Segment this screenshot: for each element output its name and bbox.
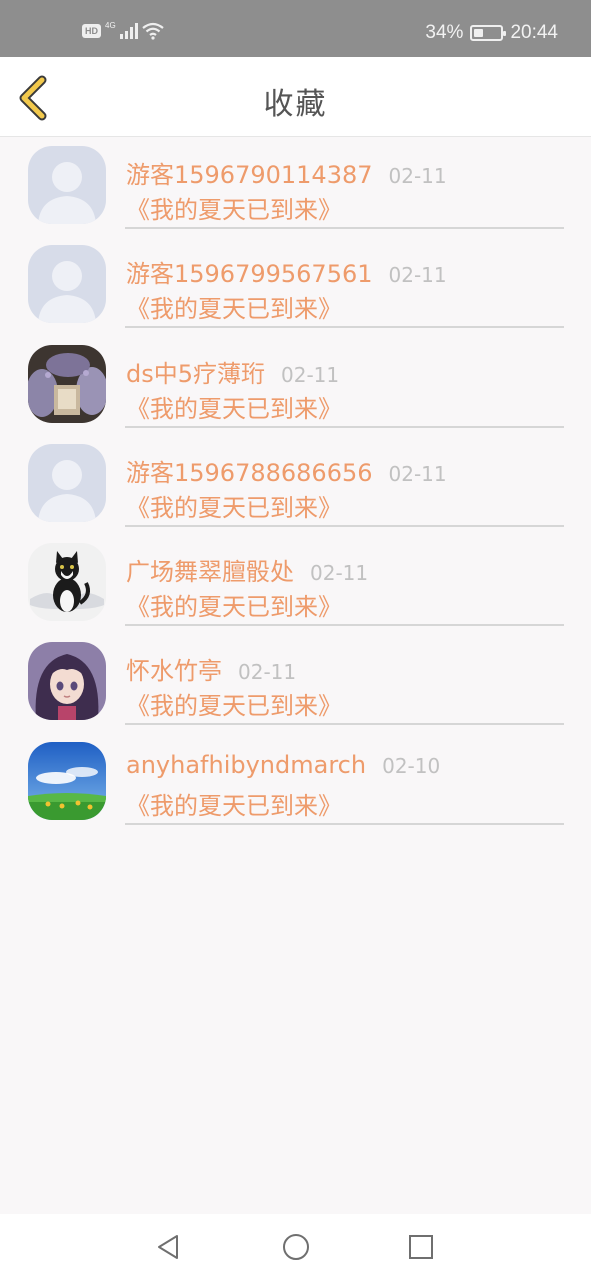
list-item[interactable]: 广场舞翠膻骰处 02-11 《我的夏天已到来》 <box>0 535 591 634</box>
battery-icon <box>470 25 507 41</box>
item-title: 《我的夏天已到来》 <box>126 791 342 820</box>
system-nav-bar <box>0 1214 591 1280</box>
battery-fill <box>474 29 483 37</box>
item-date: 02-11 <box>388 164 447 188</box>
item-header: 广场舞翠膻骰处 02-11 <box>126 552 368 587</box>
hd-badge: HD <box>82 24 101 38</box>
signal-icon <box>119 23 138 39</box>
favorites-list: 游客1596790114387 02-11 《我的夏天已到来》 游客159679956… <box>0 138 591 833</box>
nav-home-button[interactable] <box>280 1231 312 1263</box>
default-avatar <box>28 443 106 522</box>
item-header: ds中5疗薄珩 02-11 <box>126 354 339 389</box>
item-title: 《我的夏天已到来》 <box>126 196 342 224</box>
avatar[interactable] <box>28 741 106 820</box>
nav-back-button[interactable] <box>153 1231 185 1263</box>
header-bar: 收藏 <box>0 57 591 137</box>
wifi-icon <box>141 22 164 40</box>
lavender-photo <box>28 344 106 423</box>
sky-field-photo <box>28 741 106 820</box>
item-title: 《我的夏天已到来》 <box>126 295 342 324</box>
anime-girl-photo <box>28 642 106 721</box>
user-name: ds中5疗薄珩 <box>126 359 266 388</box>
list-item[interactable]: anyhafhibyndmarch 02-10 《我的夏天已到来》 <box>0 734 591 833</box>
list-item[interactable]: 游客1596799567561 02-11 《我的夏天已到来》 <box>0 237 591 336</box>
item-header: 游客1596790114387 02-11 <box>126 155 447 190</box>
item-title: 《我的夏天已到来》 <box>126 394 342 423</box>
user-name: 游客1596788686656 <box>126 458 373 487</box>
divider <box>125 723 564 726</box>
item-header: 游客1596788686656 02-11 <box>126 453 447 488</box>
avatar[interactable] <box>28 344 106 423</box>
item-date: 02-11 <box>310 561 369 586</box>
avatar[interactable] <box>28 245 106 324</box>
user-name: 广场舞翠膻骰处 <box>126 558 294 587</box>
item-title: 《我的夏天已到来》 <box>126 493 342 522</box>
network-label: 4G <box>105 20 116 30</box>
avatar[interactable] <box>28 443 106 522</box>
avatar[interactable] <box>28 543 106 622</box>
triangle-back-icon <box>158 1235 178 1259</box>
divider <box>125 425 564 428</box>
square-recents-icon <box>409 1235 433 1259</box>
item-header: 游客1596799567561 02-11 <box>126 254 447 289</box>
avatar[interactable] <box>28 642 106 721</box>
item-header: anyhafhibyndmarch 02-10 <box>126 751 440 779</box>
item-date: 02-11 <box>281 362 340 387</box>
status-left: HD 4G <box>82 20 164 40</box>
divider <box>125 524 564 527</box>
item-date: 02-11 <box>238 660 297 685</box>
list-item[interactable]: 游客1596790114387 02-11 《我的夏天已到来》 <box>0 138 591 237</box>
user-name: anyhafhibyndmarch <box>126 750 367 779</box>
list-item[interactable]: 怀水竹亭 02-11 《我的夏天已到来》 <box>0 634 591 733</box>
user-name: 游客1596799567561 <box>126 260 373 289</box>
item-title: 《我的夏天已到来》 <box>126 692 342 721</box>
user-name: 怀水竹亭 <box>126 657 222 686</box>
user-name: 游客1596790114387 <box>126 161 373 189</box>
list-item[interactable]: 游客1596788686656 02-11 《我的夏天已到来》 <box>0 436 591 535</box>
default-avatar <box>28 146 106 224</box>
battery-percent: 34% <box>425 22 464 43</box>
cat-photo <box>28 543 106 622</box>
divider <box>125 822 564 825</box>
nav-recents-button[interactable] <box>405 1231 437 1263</box>
item-date: 02-11 <box>388 461 447 486</box>
clock: 20:44 <box>510 22 558 43</box>
divider <box>125 326 564 329</box>
circle-home-icon <box>283 1234 309 1260</box>
divider <box>125 624 564 627</box>
page-title: 收藏 <box>263 87 328 122</box>
default-avatar <box>28 245 106 324</box>
avatar[interactable] <box>28 146 106 224</box>
divider <box>125 227 564 229</box>
item-date: 02-10 <box>382 753 441 778</box>
status-right: 34% 20:44 <box>425 22 558 44</box>
item-header: 怀水竹亭 02-11 <box>126 651 296 686</box>
item-title: 《我的夏天已到来》 <box>126 593 342 622</box>
status-bar: HD 4G 34% 20:44 <box>0 0 591 57</box>
list-item[interactable]: ds中5疗薄珩 02-11 《我的夏天已到来》 <box>0 337 591 436</box>
item-date: 02-11 <box>388 263 447 288</box>
